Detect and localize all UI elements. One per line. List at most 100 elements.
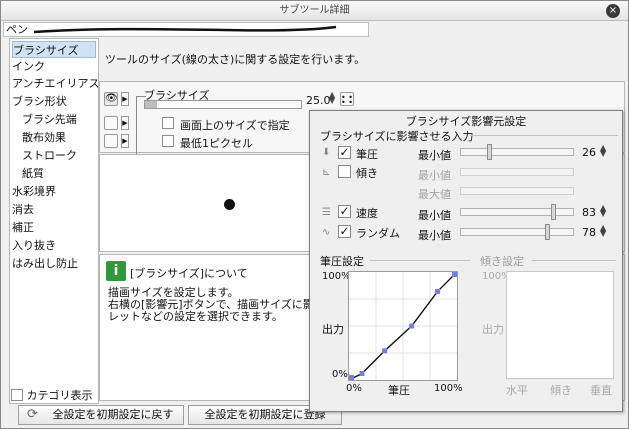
category-paper-texture[interactable]: 紙質: [22, 165, 44, 182]
brush-size-stepper-icon[interactable]: ▲ ▼: [329, 91, 335, 105]
curve-control-point[interactable]: [409, 323, 415, 329]
velocity-min-label: 最小値: [418, 209, 451, 222]
influence-source-popup: ブラシサイズ影響元設定 ブラシサイズに影響させる入力 ⬇ ✓ 筆圧 最小値 26…: [309, 110, 623, 412]
pressure-graph-title: 筆圧設定: [320, 255, 364, 268]
popup-title: ブラシサイズ影響元設定: [405, 115, 527, 128]
tilt-graph-x-label: 傾き: [550, 384, 572, 397]
pressure-label: 筆圧: [356, 148, 378, 161]
register-defaults-label: 全設定を初期設定に登録: [204, 408, 326, 421]
pressure-graph-x-label: 筆圧: [388, 384, 410, 397]
random-checkbox[interactable]: ✓: [338, 225, 351, 238]
brush-size-slider-fill: [145, 101, 158, 108]
help-title: [ブラシサイズ]について: [130, 267, 248, 280]
eye-icon[interactable]: 👁: [104, 92, 118, 106]
pen-pressure-icon: ⬇: [322, 147, 331, 158]
random-min-value[interactable]: 78: [578, 226, 596, 239]
curve-control-point[interactable]: [435, 288, 441, 294]
influence-source-button[interactable]: • • • •: [340, 92, 354, 107]
slider-thumb[interactable]: [487, 144, 493, 160]
velocity-min-value[interactable]: 83: [578, 206, 596, 219]
tilt-graph-y-label: 出力: [482, 323, 504, 336]
category-scatter[interactable]: 散布効果: [22, 129, 66, 146]
info-icon: i: [106, 261, 126, 281]
expand-arrow-icon[interactable]: ▶: [121, 134, 129, 148]
slider-thumb[interactable]: [550, 204, 556, 220]
pressure-min-slider[interactable]: [460, 144, 574, 160]
show-category-toggle[interactable]: カテゴリ表示: [11, 387, 93, 403]
tilt-max-label: 最大値: [418, 188, 451, 201]
close-icon[interactable]: ×: [606, 4, 620, 18]
pressure-graph-x-right: 100%: [434, 383, 463, 394]
row-toggle-min-pixel[interactable]: [104, 134, 118, 148]
category-ink[interactable]: インク: [12, 58, 45, 75]
category-correction[interactable]: 補正: [12, 219, 34, 236]
brush-size-slider[interactable]: [144, 100, 302, 109]
tilt-max-slider[interactable]: [460, 187, 574, 195]
random-min-slider[interactable]: [460, 224, 574, 240]
tilt-min-slider[interactable]: [460, 168, 574, 176]
category-brush-shape[interactable]: ブラシ形状: [12, 93, 67, 110]
pressure-graph-y-top: 100%: [322, 271, 351, 282]
velocity-icon: ☰: [322, 207, 331, 218]
tilt-graph-x-right: 垂直: [590, 384, 612, 397]
velocity-min-slider[interactable]: [460, 204, 574, 220]
category-brush-tip[interactable]: ブラシ先端: [22, 111, 77, 128]
curve-control-point[interactable]: [349, 375, 354, 380]
expand-arrow-icon[interactable]: ▶: [121, 116, 129, 130]
category-antialias[interactable]: アンチエイリアス: [12, 75, 100, 92]
min-pixel-checkbox[interactable]: [162, 135, 174, 147]
influence-section-label: ブラシサイズに影響させる入力: [320, 130, 474, 143]
curve-control-point[interactable]: [382, 348, 388, 354]
tilt-icon: ⊾: [322, 167, 331, 178]
panel-description: ツールのサイズ(線の太さ)に関する設定を行います。: [105, 53, 366, 66]
tilt-min-label: 最小値: [418, 169, 451, 182]
pressure-min-label: 最小値: [418, 149, 451, 162]
curve-control-point[interactable]: [452, 272, 457, 277]
reset-defaults-label: 全設定を初期設定に戻す: [52, 408, 174, 421]
pressure-graph-y-label: 出力: [322, 323, 344, 336]
stroke-sample: [33, 25, 337, 34]
pressure-graph-y-bottom: 0%: [332, 369, 348, 380]
divider: [532, 260, 616, 261]
pressure-curve-svg[interactable]: [348, 271, 458, 381]
help-body: 描画サイズを設定します。 右横の[影響元]ボタンで、描画サイズに影響 レットなどの設…: [108, 287, 325, 323]
screen-size-label: 画面上のサイズで指定: [180, 119, 290, 132]
pressure-min-value[interactable]: 26: [578, 146, 596, 159]
reset-defaults-button[interactable]: ⟳ 全設定を初期設定に戻す: [18, 405, 184, 425]
tilt-label: 傾き: [356, 167, 378, 180]
row-toggle-screen-size[interactable]: [104, 116, 118, 130]
tilt-graph-title: 傾き設定: [480, 255, 524, 268]
tilt-checkbox[interactable]: [338, 165, 351, 178]
help-line: レットなどの設定を選択できます。: [108, 310, 283, 323]
pressure-checkbox[interactable]: ✓: [338, 146, 351, 159]
category-watercolor-edge[interactable]: 水彩境界: [12, 183, 56, 200]
curve-control-point[interactable]: [359, 371, 365, 377]
window-title: サブツール詳細: [279, 5, 350, 16]
brush-preview-dot: [224, 199, 235, 210]
stroke-preview: ペン: [3, 22, 369, 37]
category-list[interactable]: ブラシサイズ インク アンチエイリアス ブラシ形状 ブラシ先端 散布効果 ストロ…: [9, 38, 100, 404]
screen-size-checkbox[interactable]: [162, 117, 174, 129]
random-label: ランダム: [356, 227, 400, 240]
tilt-curve-graph: [506, 271, 614, 379]
velocity-checkbox[interactable]: ✓: [338, 205, 351, 218]
pressure-graph-x-left: 0%: [346, 383, 362, 394]
category-brush-size[interactable]: ブラシサイズ: [12, 41, 96, 58]
show-category-checkbox[interactable]: [11, 389, 23, 401]
category-overflow-prevention[interactable]: はみ出し防止: [12, 255, 78, 272]
velocity-stepper-icon[interactable]: ▲ ▼: [600, 204, 606, 218]
window-title-bar[interactable]: サブツール詳細 ×: [1, 1, 628, 21]
divider: [370, 260, 470, 261]
pressure-stepper-icon[interactable]: ▲ ▼: [600, 144, 606, 158]
category-erase[interactable]: 消去: [12, 201, 34, 218]
random-stepper-icon[interactable]: ▲ ▼: [600, 224, 606, 238]
reset-icon: ⟳: [27, 407, 38, 422]
pressure-curve-graph[interactable]: [348, 271, 458, 381]
category-taper[interactable]: 入り抜き: [12, 237, 56, 254]
tilt-graph-x-left: 水平: [506, 384, 528, 397]
category-stroke[interactable]: ストローク: [22, 147, 77, 164]
min-pixel-label: 最低1ピクセル: [180, 137, 253, 150]
slider-thumb[interactable]: [545, 224, 551, 240]
brush-size-value[interactable]: 25.0: [306, 94, 331, 107]
expand-arrow-icon[interactable]: ▶: [121, 92, 129, 106]
